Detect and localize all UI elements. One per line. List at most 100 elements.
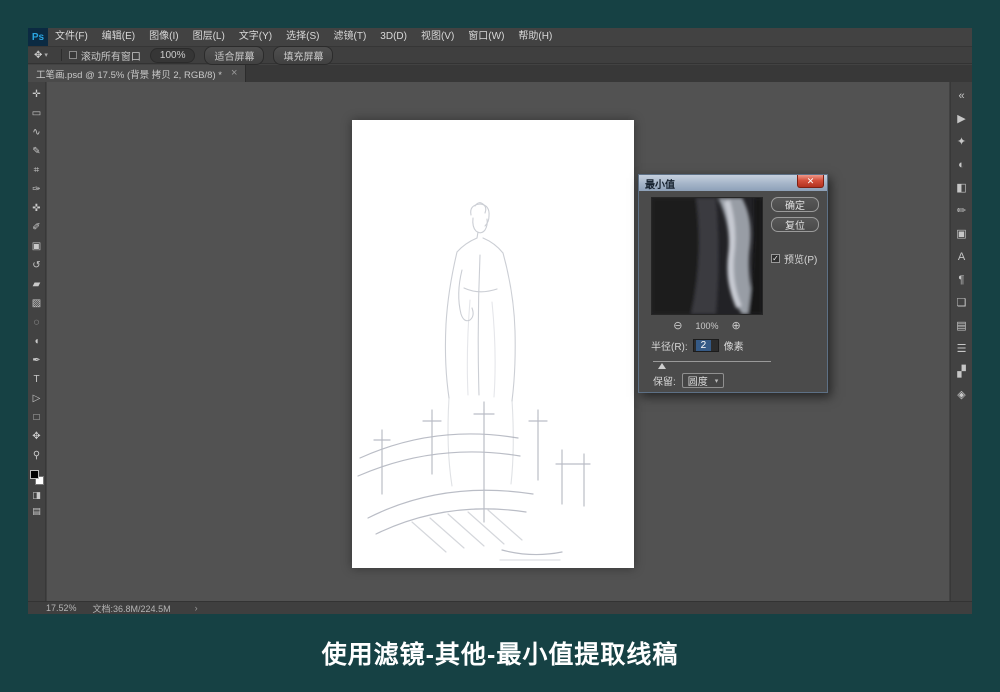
move-tool-icon[interactable]: ✛ xyxy=(28,85,45,104)
menu-3d[interactable]: 3D(D) xyxy=(373,28,414,46)
tab-bar: 工笔画.psd @ 17.5% (背景 拷贝 2, RGB/8) * × xyxy=(28,65,972,82)
menu-items: 文件(F)编辑(E)图像(I)图层(L)文字(Y)选择(S)滤镜(T)3D(D)… xyxy=(48,28,559,46)
path-selection-tool-icon[interactable]: ▷ xyxy=(28,389,45,408)
filter-preview-image[interactable] xyxy=(651,197,763,315)
tab-close-icon[interactable]: × xyxy=(231,68,237,79)
separator xyxy=(61,49,62,61)
lasso-tool-icon[interactable]: ∿ xyxy=(28,123,45,142)
shape-tool-icon[interactable]: □ xyxy=(28,408,45,427)
crop-tool-icon[interactable]: ⌗ xyxy=(28,161,45,180)
fill-screen-button[interactable]: 填充屏幕 xyxy=(273,46,333,65)
hand-tool-icon[interactable]: ✥ xyxy=(28,427,45,446)
check-icon: ✓ xyxy=(772,255,779,263)
menu-select[interactable]: 选择(S) xyxy=(279,28,326,46)
dialog-close-button[interactable]: ✕ xyxy=(797,175,824,188)
chevron-down-icon: ▾ xyxy=(715,377,719,385)
reset-button[interactable]: 复位 xyxy=(771,217,819,232)
dialog-title-bar[interactable]: 最小值 ✕ xyxy=(639,175,827,191)
pen-tool-icon[interactable]: ✒ xyxy=(28,351,45,370)
gradient-tool-icon[interactable]: ▨ xyxy=(28,294,45,313)
healing-brush-tool-icon[interactable]: ✜ xyxy=(28,199,45,218)
adjustments-panel-icon[interactable]: ◐ xyxy=(951,153,972,176)
radius-unit-label: 像素 xyxy=(724,338,744,353)
preview-checkbox-label: 预览(P) xyxy=(784,251,817,266)
menu-file[interactable]: 文件(F) xyxy=(48,28,95,46)
workspace: ✛▭∿✎⌗✑✜✐▣↺▰▨◌◖✒T▷□✥⚲ ◨ ▤ xyxy=(28,82,972,601)
dodge-tool-icon[interactable]: ◖ xyxy=(28,332,45,351)
blur-tool-icon[interactable]: ◌ xyxy=(28,313,45,332)
menu-layer[interactable]: 图层(L) xyxy=(186,28,232,46)
masks-panel-icon[interactable]: ◧ xyxy=(951,176,972,199)
hand-tool-preset-icon[interactable]: ✥ xyxy=(34,50,42,61)
paragraph-panel-icon[interactable]: ¶ xyxy=(951,268,972,291)
type-tool-icon[interactable]: T xyxy=(28,370,45,389)
zoom-in-icon[interactable]: ⊕ xyxy=(732,319,741,332)
menu-image[interactable]: 图像(I) xyxy=(142,28,185,46)
fit-screen-button[interactable]: 适合屏幕 xyxy=(204,46,264,65)
document-tab[interactable]: 工笔画.psd @ 17.5% (背景 拷贝 2, RGB/8) * × xyxy=(28,65,246,82)
screen-mode-icon[interactable]: ▤ xyxy=(28,503,45,519)
history-brush-tool-icon[interactable]: ↺ xyxy=(28,256,45,275)
tools-panel: ✛▭∿✎⌗✑✜✐▣↺▰▨◌◖✒T▷□✥⚲ ◨ ▤ xyxy=(28,82,46,601)
quick-mask-icon[interactable]: ◨ xyxy=(28,487,45,503)
preview-checkbox[interactable]: ✓ xyxy=(771,254,780,263)
clone-source-panel-icon[interactable]: ▣ xyxy=(951,222,972,245)
slider-track xyxy=(653,361,771,362)
canvas-document[interactable] xyxy=(352,120,634,568)
menu-edit[interactable]: 编辑(E) xyxy=(95,28,142,46)
caption-text: 使用滤镜-其他-最小值提取线稿 xyxy=(322,635,679,671)
caption-bar: 使用滤镜-其他-最小值提取线稿 xyxy=(0,614,1000,692)
menu-filter[interactable]: 滤镜(T) xyxy=(327,28,374,46)
color-swatches xyxy=(30,470,44,485)
radius-slider[interactable] xyxy=(653,357,771,369)
styles-panel-icon[interactable]: ✦ xyxy=(951,130,972,153)
eyedropper-tool-icon[interactable]: ✑ xyxy=(28,180,45,199)
paths-panel-icon[interactable]: ☰ xyxy=(951,337,972,360)
minimum-filter-dialog: 最小值 ✕ xyxy=(638,174,828,393)
preview-toggle: ✓ 预览(P) xyxy=(771,251,819,266)
zoom-tool-icon[interactable]: ⚲ xyxy=(28,446,45,465)
preview-zoom-controls: ⊖ 100% ⊕ xyxy=(651,319,763,332)
menu-type[interactable]: 文字(Y) xyxy=(232,28,279,46)
actions-panel-icon[interactable]: ▶ xyxy=(951,107,972,130)
close-icon: ✕ xyxy=(807,177,815,186)
menu-bar: Ps 文件(F)编辑(E)图像(I)图层(L)文字(Y)选择(S)滤镜(T)3D… xyxy=(28,28,972,46)
info-panel-icon[interactable]: ◈ xyxy=(951,383,972,406)
quick-selection-tool-icon[interactable]: ✎ xyxy=(28,142,45,161)
panel-dock-strip: «▶✦◐◧✏▣A¶❏▤☰▞◈ xyxy=(950,82,972,601)
canvas-area[interactable]: 最小值 ✕ xyxy=(47,82,949,601)
radius-label: 半径(R): xyxy=(651,338,688,353)
status-expander-icon[interactable]: › xyxy=(195,603,198,613)
actual-pixels-button[interactable]: 100% xyxy=(150,48,196,63)
eraser-tool-icon[interactable]: ▰ xyxy=(28,275,45,294)
status-document-info: 文档:36.8M/224.5M xyxy=(93,602,171,615)
menu-view[interactable]: 视图(V) xyxy=(414,28,461,46)
foreground-color-swatch[interactable] xyxy=(30,470,39,479)
channels-panel-icon[interactable]: ▤ xyxy=(951,314,972,337)
preserve-row: 保留: 圆度 ▾ xyxy=(653,373,724,388)
brush-tool-icon[interactable]: ✐ xyxy=(28,218,45,237)
zoom-out-icon[interactable]: ⊖ xyxy=(673,319,682,332)
slider-thumb[interactable] xyxy=(658,363,666,369)
preserve-dropdown[interactable]: 圆度 ▾ xyxy=(682,373,725,388)
scroll-all-windows-label: 滚动所有窗口 xyxy=(81,48,141,63)
preview-zoom-level: 100% xyxy=(695,321,718,331)
menu-help[interactable]: 帮助(H) xyxy=(511,28,559,46)
clone-stamp-tool-icon[interactable]: ▣ xyxy=(28,237,45,256)
dialog-title: 最小值 xyxy=(639,176,675,191)
character-panel-icon[interactable]: A xyxy=(951,245,972,268)
chevron-down-icon[interactable]: ▾ xyxy=(44,51,48,59)
radius-input[interactable]: 2 xyxy=(693,339,719,352)
menu-window[interactable]: 窗口(W) xyxy=(461,28,511,46)
histogram-panel-icon[interactable]: ▞ xyxy=(951,360,972,383)
status-zoom-level[interactable]: 17.52% xyxy=(46,603,77,613)
layer-comps-panel-icon[interactable]: ❏ xyxy=(951,291,972,314)
dialog-body: ⊖ 100% ⊕ 半径(R): 2 像素 xyxy=(639,191,827,392)
document-tab-title: 工笔画.psd @ 17.5% (背景 拷贝 2, RGB/8) * xyxy=(36,67,222,81)
marquee-tool-icon[interactable]: ▭ xyxy=(28,104,45,123)
collapse-panels-icon[interactable]: « xyxy=(951,84,972,107)
photoshop-logo: Ps xyxy=(28,28,48,46)
scroll-all-windows-checkbox[interactable] xyxy=(69,51,77,59)
brush-panel-icon[interactable]: ✏ xyxy=(951,199,972,222)
ok-button[interactable]: 确定 xyxy=(771,197,819,212)
